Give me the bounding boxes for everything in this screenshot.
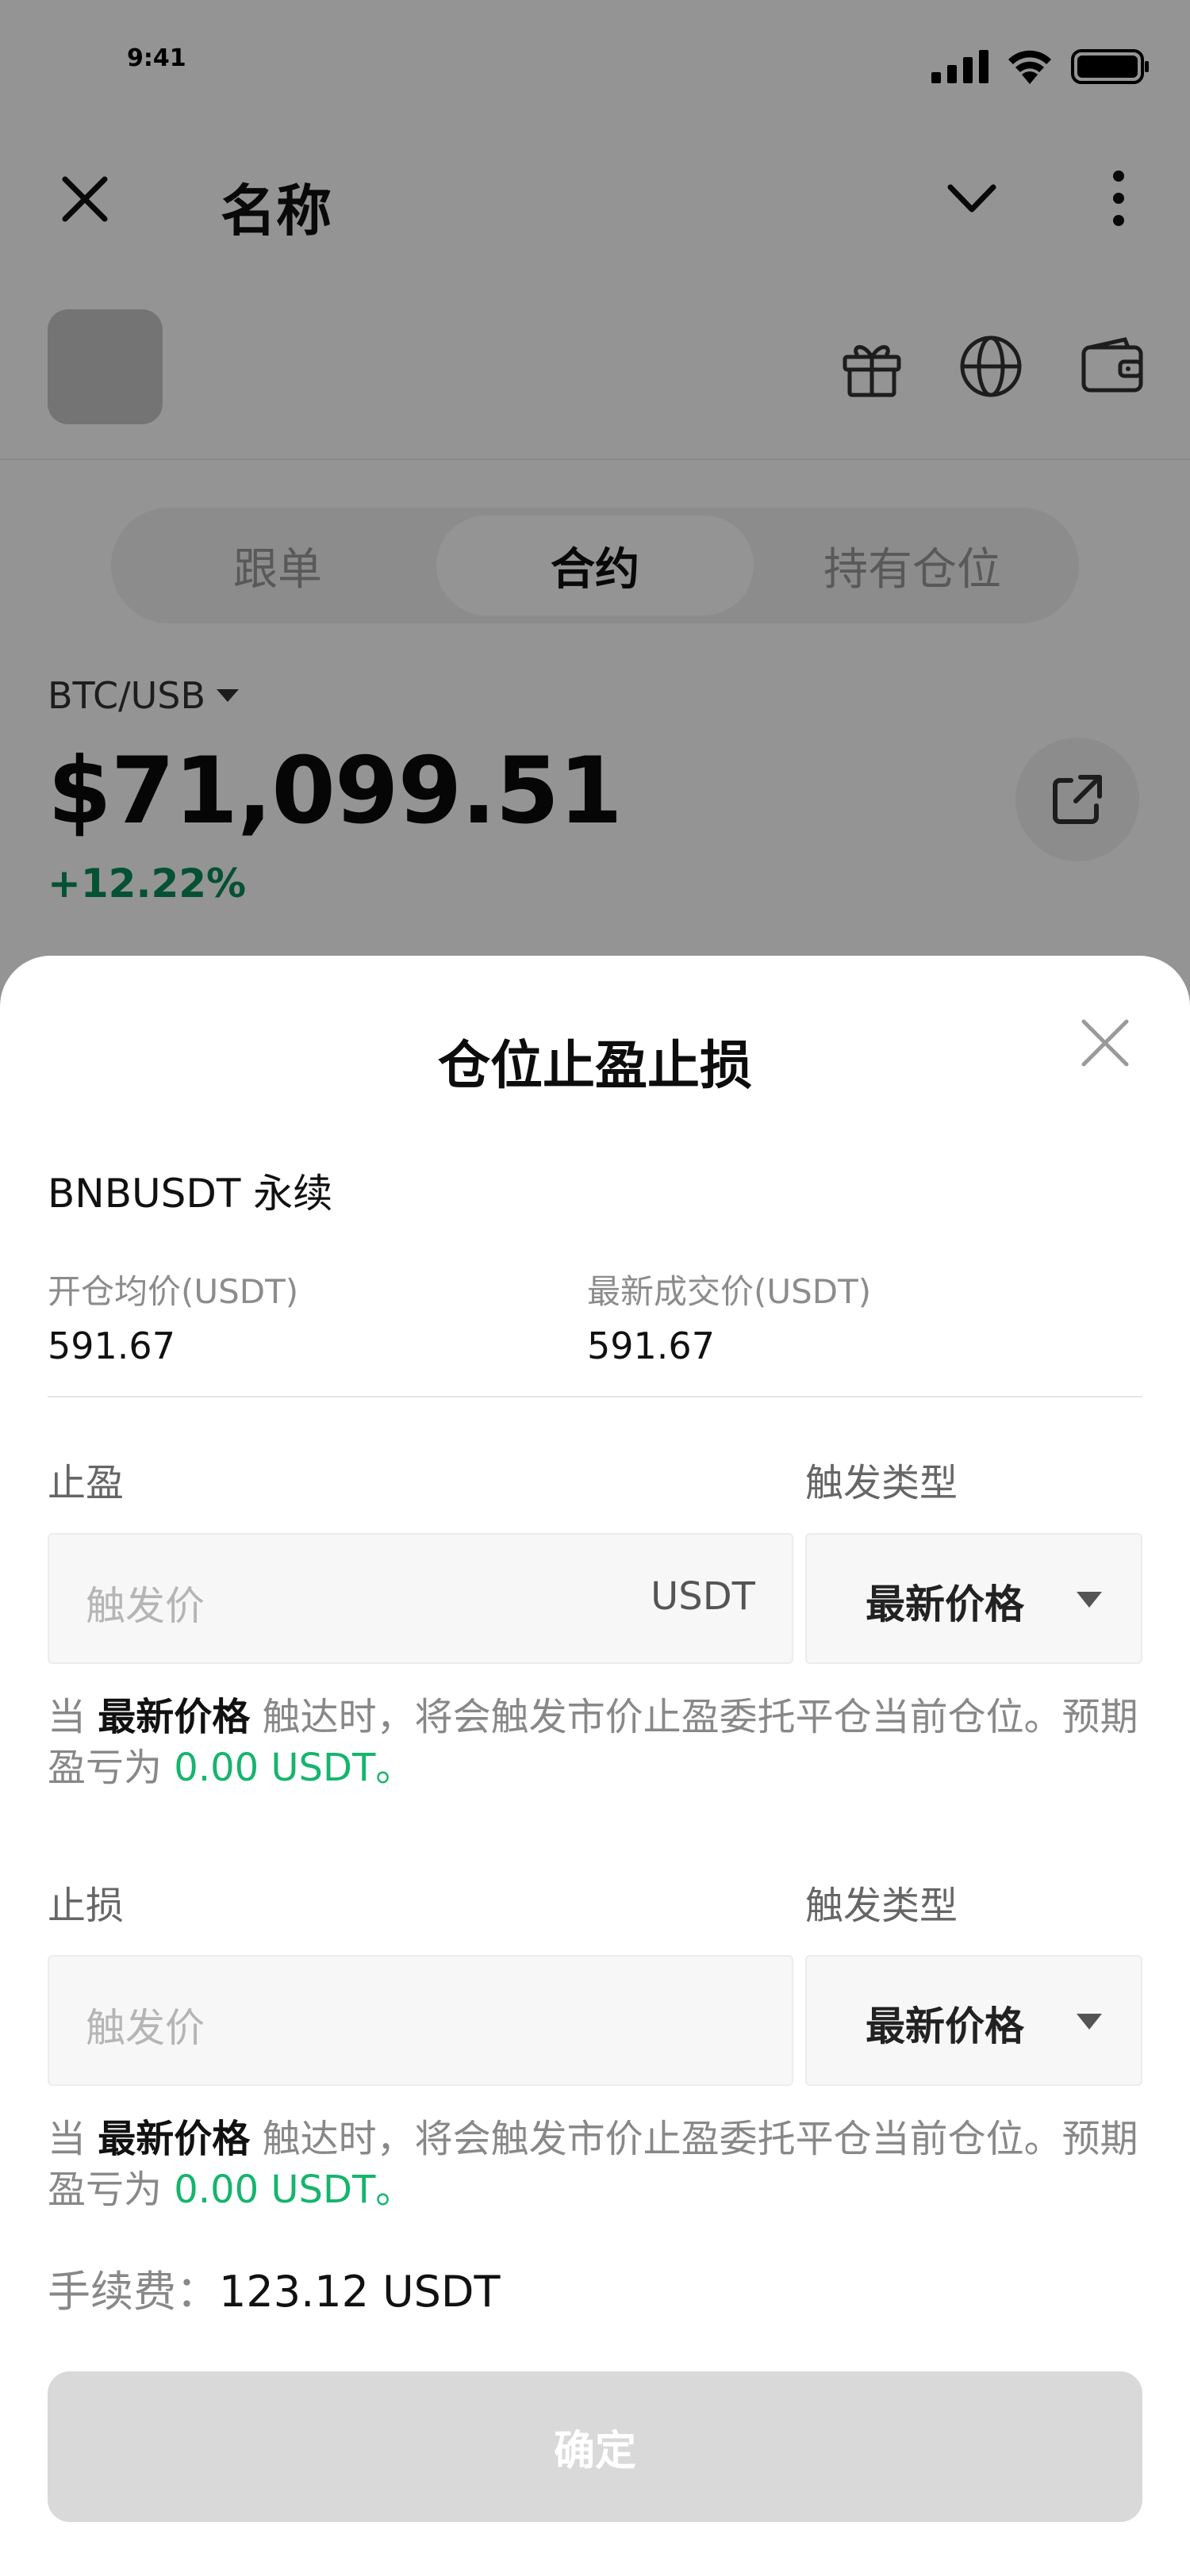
hint-prefix: 当 bbox=[48, 2117, 86, 2161]
divider bbox=[48, 1396, 1142, 1397]
sheet-title: 仓位止盈止损 bbox=[438, 1035, 752, 1096]
sl-trigger-price-input[interactable]: 触发价 bbox=[48, 1955, 793, 2086]
tp-trigger-type-select[interactable]: 最新价格 bbox=[805, 1533, 1142, 1664]
close-icon[interactable] bbox=[1077, 1015, 1133, 1071]
fee-row: 手续费：123.12 USDT bbox=[48, 2256, 500, 2319]
sl-hint: 当 最新价格 触达时，将会触发市价止盈委托平仓当前仓位。预期盈亏为 0.00 U… bbox=[48, 2114, 1150, 2215]
tp-unit: USDT bbox=[651, 1574, 755, 1619]
hint-pnl: 0.00 USDT。 bbox=[174, 1746, 414, 1790]
confirm-button[interactable]: 确定 bbox=[48, 2371, 1142, 2522]
hint-trigger-type: 最新价格 bbox=[98, 1695, 251, 1739]
sl-trigger-price-placeholder: 触发价 bbox=[86, 2005, 205, 2051]
take-profit-label: 止盈 bbox=[48, 1461, 125, 1505]
hint-prefix: 当 bbox=[48, 1695, 86, 1739]
tp-trigger-type-label: 触发类型 bbox=[805, 1461, 958, 1505]
tp-trigger-price-input[interactable]: 触发价 USDT bbox=[48, 1533, 793, 1664]
tp-trigger-price-placeholder: 触发价 bbox=[86, 1583, 205, 1629]
caret-down-icon bbox=[1077, 2014, 1102, 2030]
entry-price-label: 开仓均价(USDT) bbox=[48, 1272, 299, 1311]
tp-hint: 当 最新价格 触达时，将会触发市价止盈委托平仓当前仓位。预期盈亏为 0.00 U… bbox=[48, 1692, 1150, 1793]
sl-trigger-type-label: 触发类型 bbox=[805, 1884, 958, 1928]
sl-trigger-type-select[interactable]: 最新价格 bbox=[805, 1955, 1142, 2086]
contract-name: BNBUSDT 永续 bbox=[48, 1171, 333, 1217]
last-price-value: 591.67 bbox=[587, 1324, 715, 1367]
caret-down-icon bbox=[1077, 1592, 1102, 1608]
tp-trigger-type-value: 最新价格 bbox=[866, 1581, 1024, 1627]
hint-pnl: 0.00 USDT。 bbox=[174, 2168, 414, 2212]
last-price-label: 最新成交价(USDT) bbox=[587, 1272, 872, 1311]
sl-trigger-type-value: 最新价格 bbox=[866, 2003, 1024, 2049]
fee-label: 手续费： bbox=[48, 2267, 219, 2317]
entry-price-value: 591.67 bbox=[48, 1324, 175, 1367]
stop-loss-label: 止损 bbox=[48, 1884, 125, 1928]
fee-value: 123.12 USDT bbox=[219, 2267, 501, 2317]
tp-sl-sheet: 仓位止盈止损 BNBUSDT 永续 开仓均价(USDT) 591.67 最新成交… bbox=[0, 956, 1190, 2576]
hint-trigger-type: 最新价格 bbox=[98, 2117, 251, 2161]
